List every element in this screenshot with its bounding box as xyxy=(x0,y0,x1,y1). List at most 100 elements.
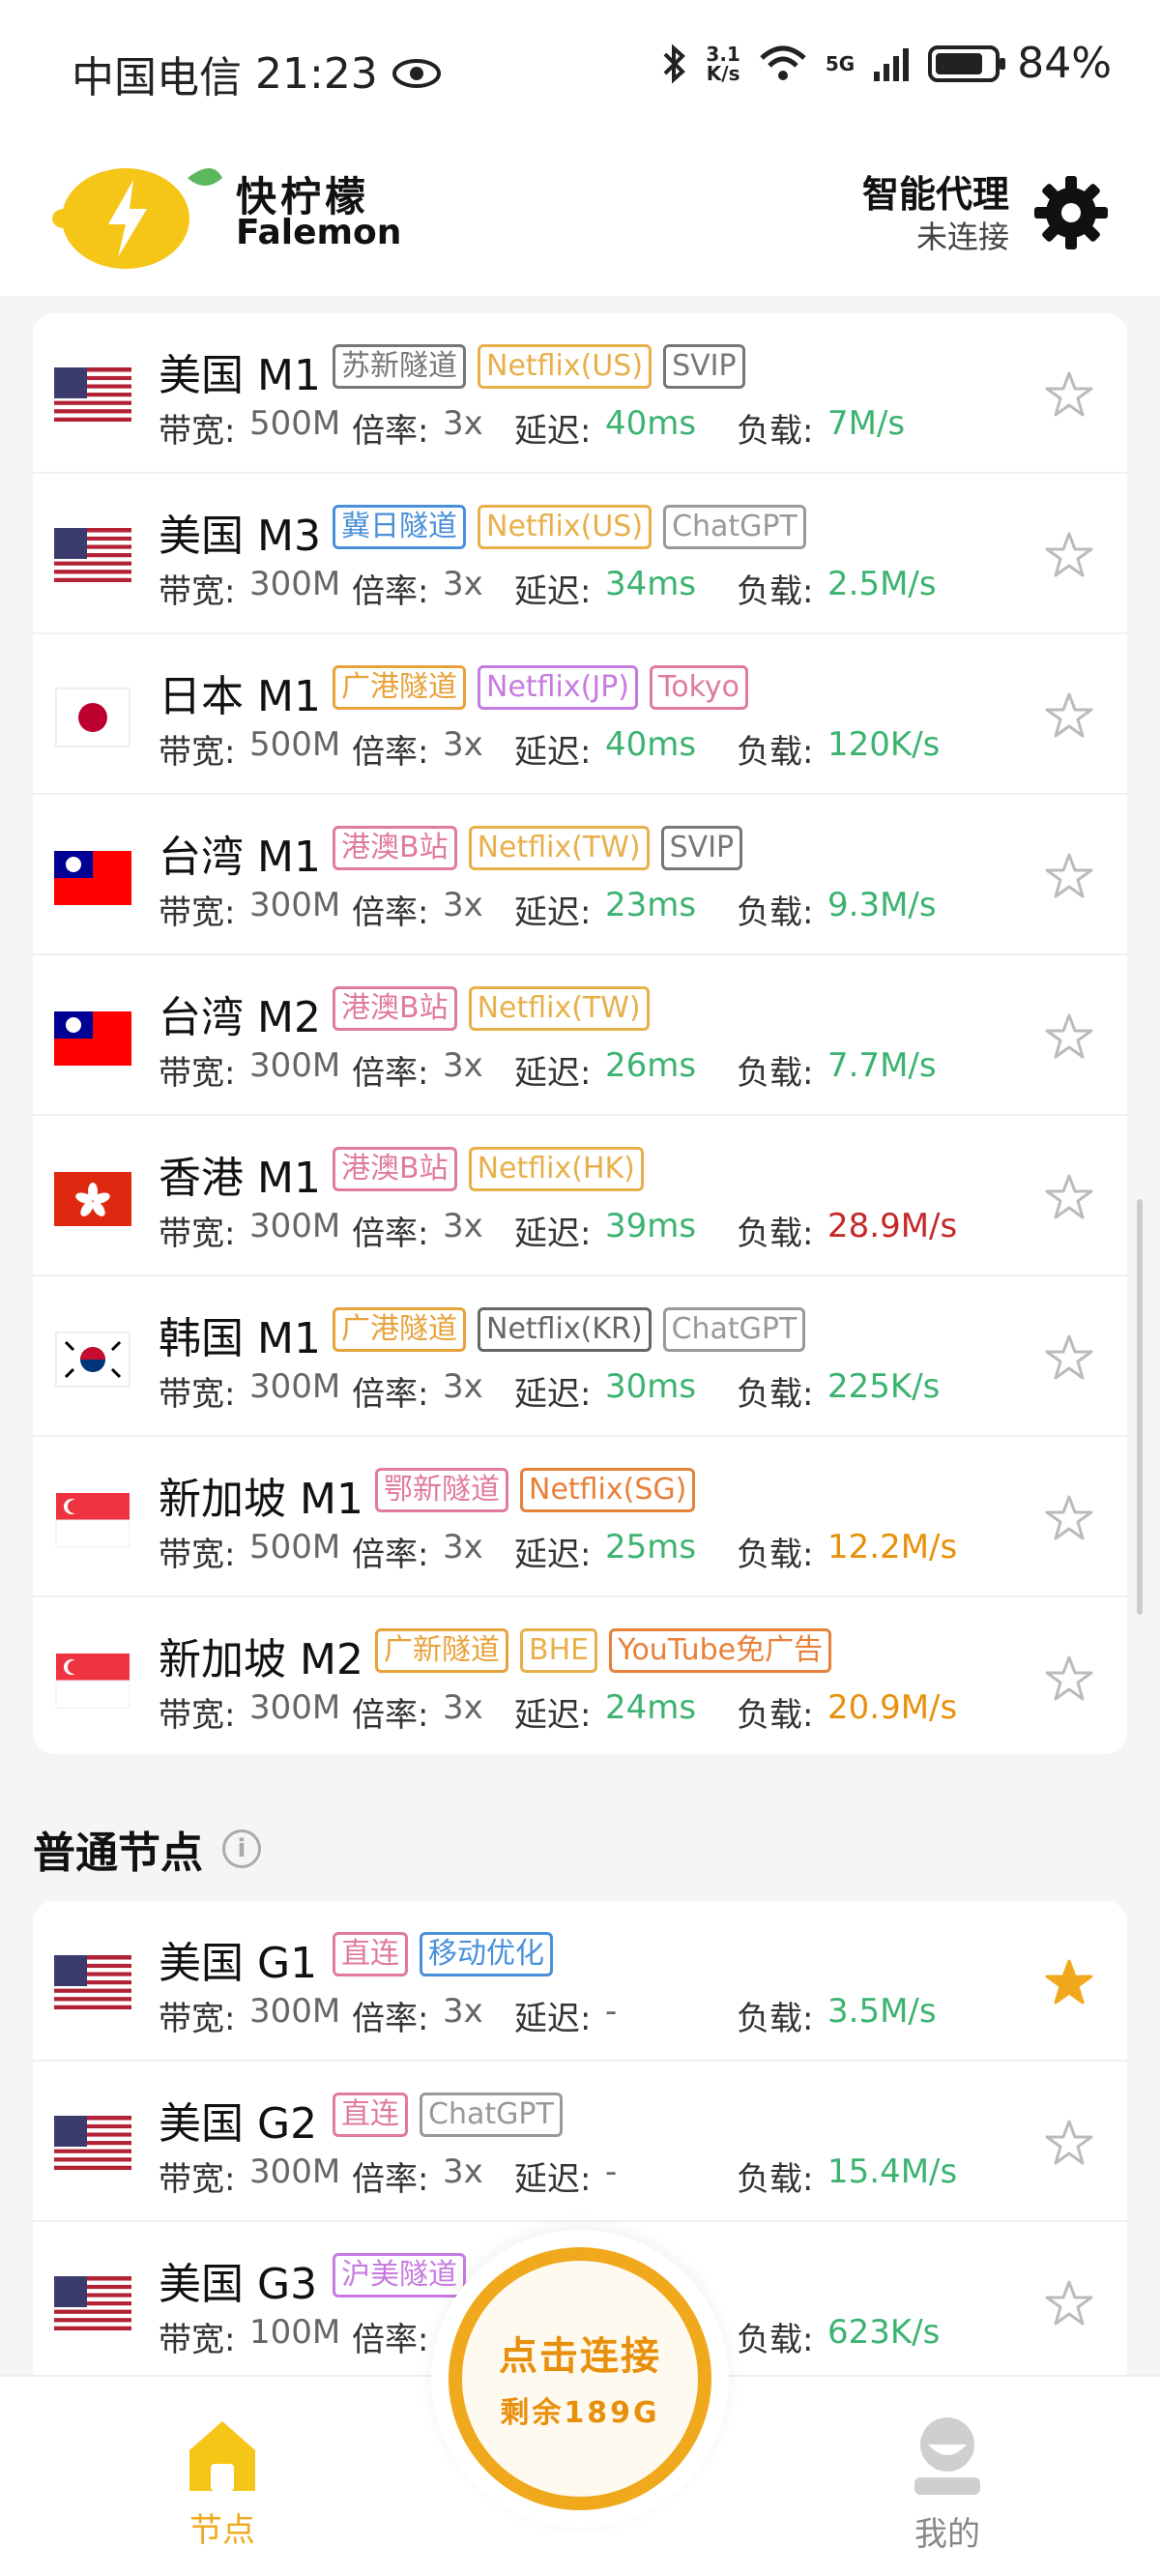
latency-value: - xyxy=(605,1992,618,2031)
flag-jp-icon xyxy=(54,679,131,756)
node-tag: Netflix(SG) xyxy=(520,1468,696,1512)
star-icon[interactable] xyxy=(1044,1654,1094,1704)
node-name: 新加坡 M1 xyxy=(159,1475,363,1524)
node-tags: 港澳B站 Netflix(HK) xyxy=(333,1147,644,1191)
network-type-label: 5G xyxy=(825,51,856,75)
remaining-data-label: 剩余189G xyxy=(500,2396,660,2430)
node-name: 韩国 M1 xyxy=(159,1314,321,1363)
node-row[interactable]: 台湾 M1 港澳B站 Netflix(TW) SVIP 带宽: 300M 倍率: 3x 延迟: 2… xyxy=(33,795,1127,955)
bandwidth-label: 带宽: xyxy=(159,893,236,932)
info-icon[interactable]: i xyxy=(222,1830,261,1868)
load-label: 负载: xyxy=(737,1536,814,1574)
node-row[interactable]: 美国 M3 冀日隧道 Netflix(US) ChatGPT 带宽: 300M 倍率: 3x 延… xyxy=(33,474,1127,634)
node-row[interactable]: 新加坡 M2 广新隧道 BHE YouTube免广告 带宽: 300M 倍率: 3x 延迟: 24… xyxy=(33,1597,1127,1754)
latency-value: - xyxy=(605,2152,618,2191)
bandwidth-value: 300M xyxy=(249,2152,341,2191)
star-filled-icon[interactable] xyxy=(1044,1957,1094,2007)
node-tags: 广港隧道 Netflix(JP) Tokyo xyxy=(333,665,748,710)
nav-tab-mine[interactable]: 我的 xyxy=(889,2415,1005,2555)
node-row[interactable]: 新加坡 M1 鄂新隧道 Netflix(SG) 带宽: 500M 倍率: 3x 延迟: 25ms… xyxy=(33,1437,1127,1597)
load-label: 负载: xyxy=(737,1696,814,1735)
connect-button-label: 点击连接 xyxy=(499,2334,661,2379)
bandwidth-label: 带宽: xyxy=(159,2321,236,2359)
load-label: 负载: xyxy=(737,2000,814,2038)
nav-tab-nodes[interactable]: 节点 xyxy=(164,2415,280,2551)
gear-icon[interactable] xyxy=(1032,174,1110,251)
bandwidth-label: 带宽: xyxy=(159,572,236,611)
node-tags: 广港隧道 Netflix(KR) ChatGPT xyxy=(333,1307,806,1352)
multiplier-label: 倍率: xyxy=(352,1375,429,1414)
node-name: 台湾 M2 xyxy=(159,993,321,1042)
status-bar: 中国电信 21:23 3.1 K/s 5G 84% xyxy=(0,0,1160,135)
bandwidth-value: 100M xyxy=(249,2313,341,2352)
bandwidth-label: 带宽: xyxy=(159,2160,236,2199)
star-icon[interactable] xyxy=(1044,1172,1094,1222)
star-icon[interactable] xyxy=(1044,1493,1094,1543)
multiplier-value: 3x xyxy=(443,725,483,764)
flag-us-icon xyxy=(54,2267,131,2344)
load-value: 120K/s xyxy=(827,725,941,764)
star-icon[interactable] xyxy=(1044,690,1094,741)
latency-value: 40ms xyxy=(605,404,697,443)
node-row[interactable]: 美国 G2 直连 ChatGPT 带宽: 300M 倍率: 3x 延迟: - 负载: 15.4M/s xyxy=(33,2062,1127,2222)
node-tags: 苏新隧道 Netflix(US) SVIP xyxy=(333,344,745,389)
connect-button[interactable]: 点击连接 剩余189G xyxy=(449,2247,711,2510)
signal-icon xyxy=(874,47,910,81)
node-tag: ChatGPT xyxy=(662,1307,806,1352)
latency-label: 延迟: xyxy=(514,1536,592,1574)
node-tags: 冀日隧道 Netflix(US) ChatGPT xyxy=(333,505,806,549)
flag-hk-icon xyxy=(54,1160,131,1238)
node-row[interactable]: 香港 M1 港澳B站 Netflix(HK) 带宽: 300M 倍率: 3x 延迟: 39ms 负… xyxy=(33,1116,1127,1276)
bluetooth-icon xyxy=(664,44,686,83)
bandwidth-value: 300M xyxy=(249,1046,341,1085)
node-tag: 广港隧道 xyxy=(333,1307,466,1352)
star-icon[interactable] xyxy=(1044,369,1094,420)
node-tag: 直连 xyxy=(333,2093,408,2137)
bandwidth-label: 带宽: xyxy=(159,1054,236,1093)
multiplier-value: 3x xyxy=(443,404,483,443)
star-icon[interactable] xyxy=(1044,851,1094,901)
brand-name-en: Falemon xyxy=(236,213,402,252)
node-row[interactable]: 美国 M1 苏新隧道 Netflix(US) SVIP 带宽: 500M 倍率: 3x 延迟: 4… xyxy=(33,313,1127,474)
node-tag: Netflix(US) xyxy=(478,344,652,389)
star-icon[interactable] xyxy=(1044,530,1094,580)
multiplier-label: 倍率: xyxy=(352,572,429,611)
latency-value: 30ms xyxy=(605,1367,697,1406)
load-label: 负载: xyxy=(737,2321,814,2359)
load-value: 20.9M/s xyxy=(827,1688,958,1727)
load-value: 15.4M/s xyxy=(827,2152,958,2191)
node-tag: 港澳B站 xyxy=(333,1147,457,1191)
star-icon[interactable] xyxy=(1044,1011,1094,1062)
node-row[interactable]: 美国 G1 直连 移动优化 带宽: 300M 倍率: 3x 延迟: - 负载: 3.5M/s xyxy=(33,1901,1127,2062)
proxy-mode-title[interactable]: 智能代理 xyxy=(862,164,1009,218)
node-tag: Netflix(HK) xyxy=(468,1147,644,1191)
node-tag: Netflix(TW) xyxy=(468,826,650,870)
node-tag: YouTube免广告 xyxy=(609,1628,832,1673)
star-icon[interactable] xyxy=(1044,2118,1094,2168)
bandwidth-value: 500M xyxy=(249,404,341,443)
load-label: 负载: xyxy=(737,1054,814,1093)
eye-icon xyxy=(392,59,441,88)
node-tag: 移动优化 xyxy=(420,1932,553,1976)
scrollbar[interactable] xyxy=(1137,1199,1143,1615)
star-icon[interactable] xyxy=(1044,1332,1094,1383)
flag-tw-icon xyxy=(54,839,131,917)
bandwidth-label: 带宽: xyxy=(159,733,236,772)
latency-value: 23ms xyxy=(605,886,697,924)
load-value: 3.5M/s xyxy=(827,1992,937,2031)
node-name: 美国 M3 xyxy=(159,512,321,561)
node-row[interactable]: 日本 M1 广港隧道 Netflix(JP) Tokyo 带宽: 500M 倍率: 3x 延迟:… xyxy=(33,634,1127,795)
node-tag: BHE xyxy=(520,1628,598,1673)
node-name: 美国 G1 xyxy=(159,1939,318,1988)
node-row[interactable]: 台湾 M2 港澳B站 Netflix(TW) 带宽: 300M 倍率: 3x 延迟: 26ms 负… xyxy=(33,955,1127,1116)
wifi-icon xyxy=(760,45,806,80)
load-label: 负载: xyxy=(737,893,814,932)
multiplier-label: 倍率: xyxy=(352,893,429,932)
node-row[interactable]: 韩国 M1 广港隧道 Netflix(KR) ChatGPT 带宽: 300M 倍率: 3x 延… xyxy=(33,1276,1127,1437)
star-icon[interactable] xyxy=(1044,2278,1094,2328)
latency-label: 延迟: xyxy=(514,2000,592,2038)
multiplier-label: 倍率: xyxy=(352,1536,429,1574)
latency-label: 延迟: xyxy=(514,572,592,611)
node-tags: 直连 移动优化 xyxy=(333,1932,553,1976)
flag-us-icon xyxy=(54,1946,131,2023)
